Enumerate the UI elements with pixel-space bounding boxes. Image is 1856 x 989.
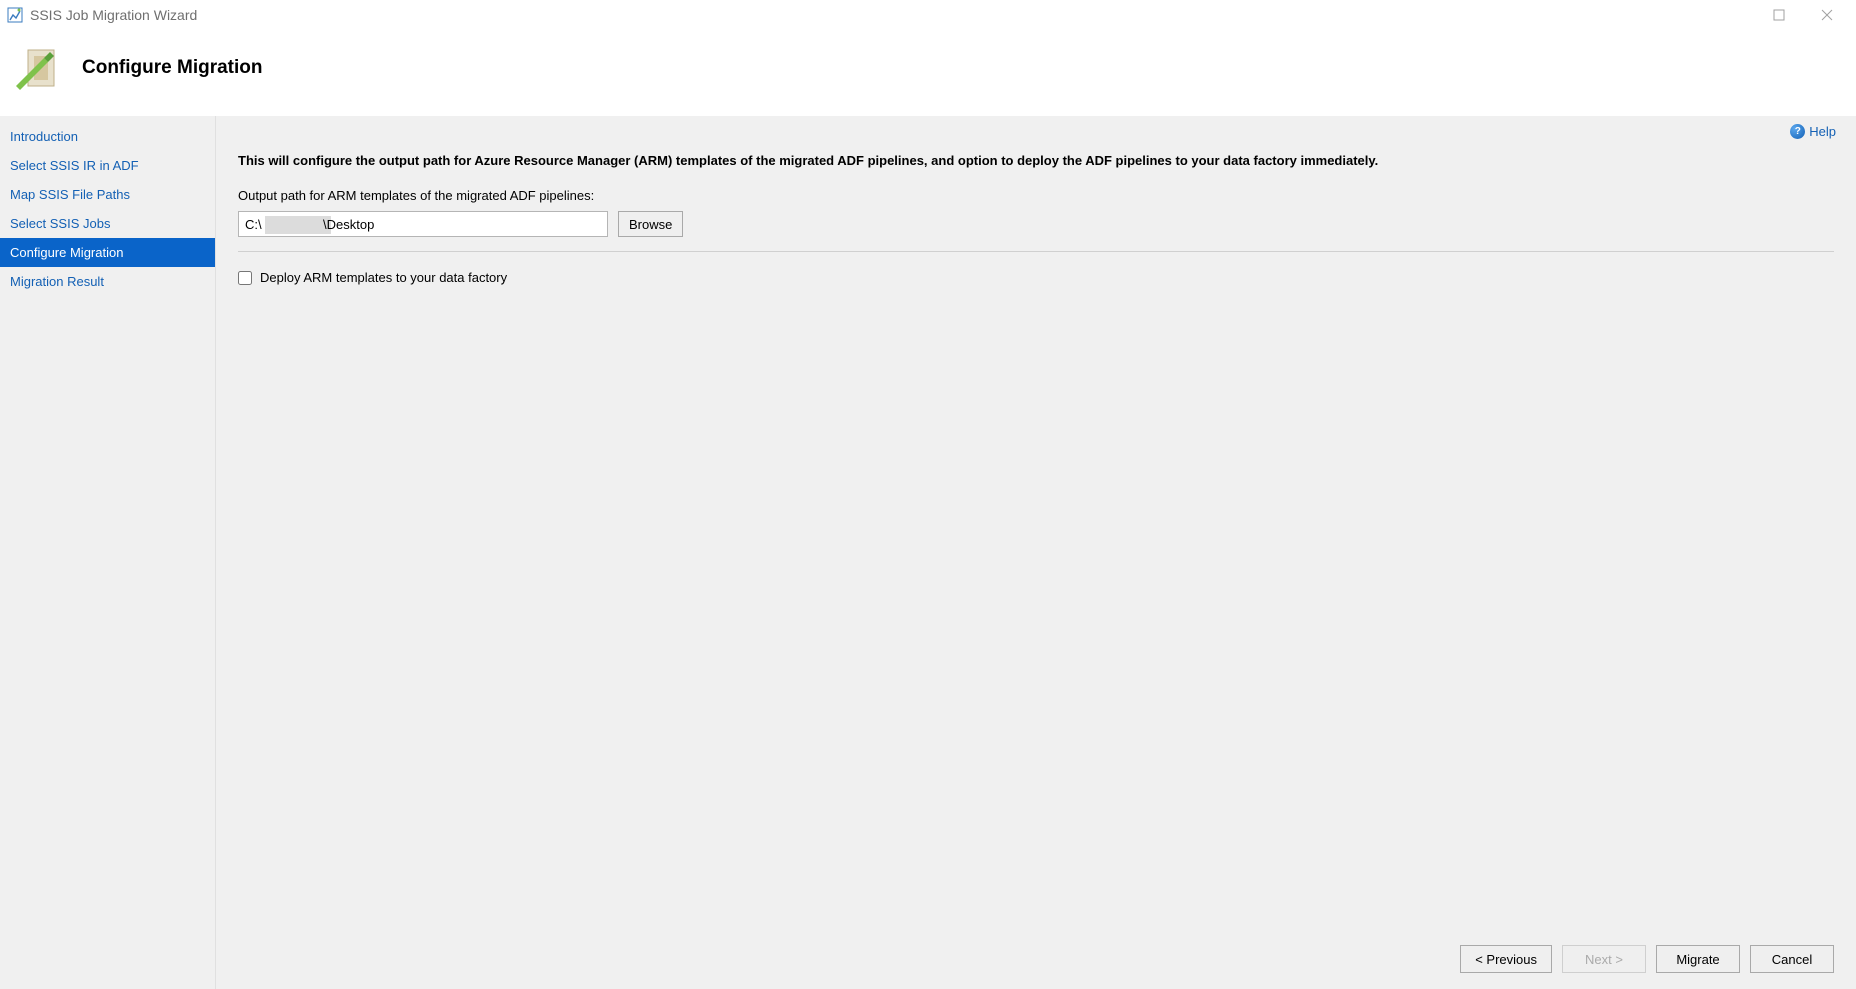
output-path-row: Browse	[238, 211, 1834, 237]
wizard-body: Introduction Select SSIS IR in ADF Map S…	[0, 116, 1856, 989]
help-link[interactable]: ? Help	[1790, 124, 1836, 139]
help-icon: ?	[1790, 124, 1805, 139]
page-title: Configure Migration	[82, 57, 262, 79]
app-icon	[6, 6, 24, 24]
step-select-ssis-ir[interactable]: Select SSIS IR in ADF	[0, 151, 215, 180]
deploy-checkbox-label: Deploy ARM templates to your data factor…	[260, 270, 507, 285]
next-button: Next >	[1562, 945, 1646, 973]
migrate-button[interactable]: Migrate	[1656, 945, 1740, 973]
wizard-steps-sidebar: Introduction Select SSIS IR in ADF Map S…	[0, 116, 216, 989]
step-introduction[interactable]: Introduction	[0, 122, 215, 151]
browse-button[interactable]: Browse	[618, 211, 683, 237]
intro-text: This will configure the output path for …	[238, 153, 1834, 168]
step-map-file-paths[interactable]: Map SSIS File Paths	[0, 180, 215, 209]
cancel-button[interactable]: Cancel	[1750, 945, 1834, 973]
deploy-checkbox-row[interactable]: Deploy ARM templates to your data factor…	[238, 270, 1834, 285]
output-path-label: Output path for ARM templates of the mig…	[238, 188, 1834, 203]
help-row: ? Help	[232, 118, 1840, 153]
maximize-icon[interactable]	[1766, 4, 1792, 26]
window-title: SSIS Job Migration Wizard	[30, 7, 1766, 23]
titlebar: SSIS Job Migration Wizard	[0, 0, 1856, 30]
output-path-input[interactable]	[238, 211, 608, 237]
wizard-icon	[12, 40, 68, 96]
window-controls	[1766, 4, 1840, 26]
page-header: Configure Migration	[0, 30, 1856, 116]
wizard-footer: < Previous Next > Migrate Cancel	[232, 931, 1840, 989]
step-select-ssis-jobs[interactable]: Select SSIS Jobs	[0, 209, 215, 238]
separator	[238, 251, 1834, 252]
previous-button[interactable]: < Previous	[1460, 945, 1552, 973]
main-content: ? Help This will configure the output pa…	[216, 116, 1856, 989]
deploy-checkbox[interactable]	[238, 271, 252, 285]
close-icon[interactable]	[1814, 4, 1840, 26]
step-migration-result[interactable]: Migration Result	[0, 267, 215, 296]
step-configure-migration[interactable]: Configure Migration	[0, 238, 215, 267]
help-label: Help	[1809, 124, 1836, 139]
